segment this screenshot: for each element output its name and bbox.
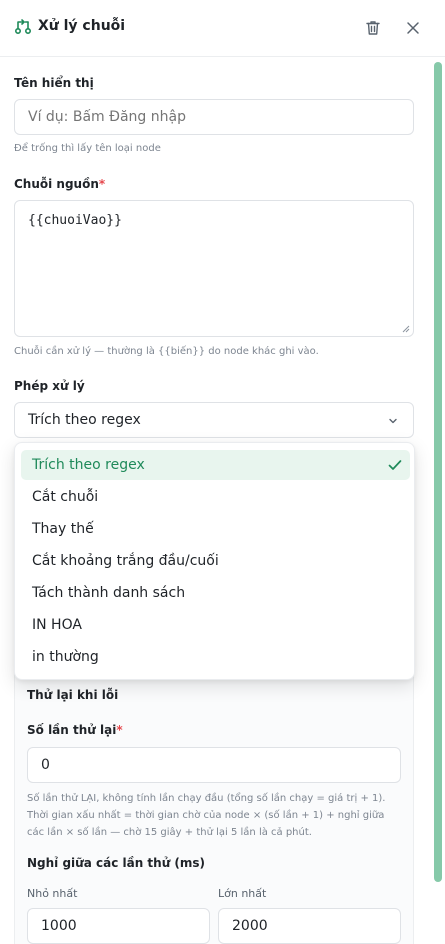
source-string-hint: Chuỗi cần xử lý — thường là {{biến}} do … — [14, 346, 319, 357]
panel-title: Xử lý chuỗi — [38, 18, 126, 34]
retry-hint-line: Thời gian xấu nhất = thời gian chờ của n… — [27, 810, 385, 821]
retry-section-title: Thử lại khi lỗi — [27, 688, 119, 702]
min-delay-value: 1000 — [41, 918, 77, 934]
source-string-label-text: Chuỗi nguồn — [14, 177, 99, 191]
option-split[interactable]: Tách thành danh sách — [21, 578, 410, 608]
close-icon[interactable] — [404, 19, 422, 37]
retry-hint-line: các lần × số lần — chờ 15 giây + thử lại… — [27, 827, 312, 838]
scrollbar-thumb[interactable] — [434, 62, 442, 882]
panel-header: Xử lý chuỗi — [0, 0, 445, 57]
option-regex-extract[interactable]: Trích theo regex — [21, 450, 410, 480]
max-delay-input[interactable]: 2000 — [218, 908, 401, 944]
option-label: IN HOA — [32, 617, 82, 633]
check-icon — [388, 460, 402, 470]
option-label: Cắt chuỗi — [32, 489, 99, 505]
string-transform-icon — [14, 19, 32, 35]
operation-dropdown-menu: Trích theo regex Cắt chuỗi Thay thế Cắt … — [14, 442, 415, 680]
operation-select[interactable]: Trích theo regex — [14, 402, 414, 438]
option-lowercase[interactable]: in thường — [21, 642, 410, 672]
option-label: Thay thế — [32, 521, 94, 537]
retry-count-input[interactable]: 0 — [27, 747, 401, 783]
option-label: in thường — [32, 649, 99, 665]
min-delay-input[interactable]: 1000 — [27, 908, 210, 944]
retry-hint-line: Số lần thử LẠI, không tính lần chạy đầu … — [27, 793, 386, 804]
operation-label: Phép xử lý — [14, 379, 85, 393]
source-string-value: {{chuoiVao}} — [28, 213, 122, 228]
source-string-label: Chuỗi nguồn* — [14, 177, 105, 191]
required-mark: * — [116, 723, 123, 737]
min-delay-label: Nhỏ nhất — [27, 887, 78, 900]
source-string-textarea[interactable]: {{chuoiVao}} — [14, 200, 414, 337]
trash-icon[interactable] — [364, 19, 382, 37]
chevron-down-icon — [389, 418, 397, 424]
option-substring[interactable]: Cắt chuỗi — [21, 482, 410, 512]
max-delay-label: Lớn nhất — [218, 887, 267, 900]
required-mark: * — [98, 177, 106, 191]
operation-selected-value: Trích theo regex — [28, 412, 141, 428]
display-name-hint: Để trống thì lấy tên loại node — [14, 143, 161, 154]
display-name-label: Tên hiển thị — [14, 76, 94, 90]
resize-handle-icon[interactable] — [402, 325, 410, 333]
option-label: Tách thành danh sách — [32, 585, 186, 601]
option-label: Cắt khoảng trắng đầu/cuối — [32, 553, 219, 569]
retry-count-label: Số lần thử lại* — [27, 723, 123, 737]
option-trim[interactable]: Cắt khoảng trắng đầu/cuối — [21, 546, 410, 576]
display-name-input[interactable] — [14, 99, 414, 135]
option-label: Trích theo regex — [32, 457, 145, 473]
retry-delay-label: Nghỉ giữa các lần thử (ms) — [27, 856, 206, 870]
option-replace[interactable]: Thay thế — [21, 514, 410, 544]
max-delay-value: 2000 — [232, 918, 268, 934]
option-uppercase[interactable]: IN HOA — [21, 610, 410, 640]
retry-count-value: 0 — [41, 757, 50, 773]
retry-count-label-text: Số lần thử lại — [27, 723, 117, 737]
retry-hint: Số lần thử LẠI, không tính lần chạy đầu … — [27, 790, 407, 841]
